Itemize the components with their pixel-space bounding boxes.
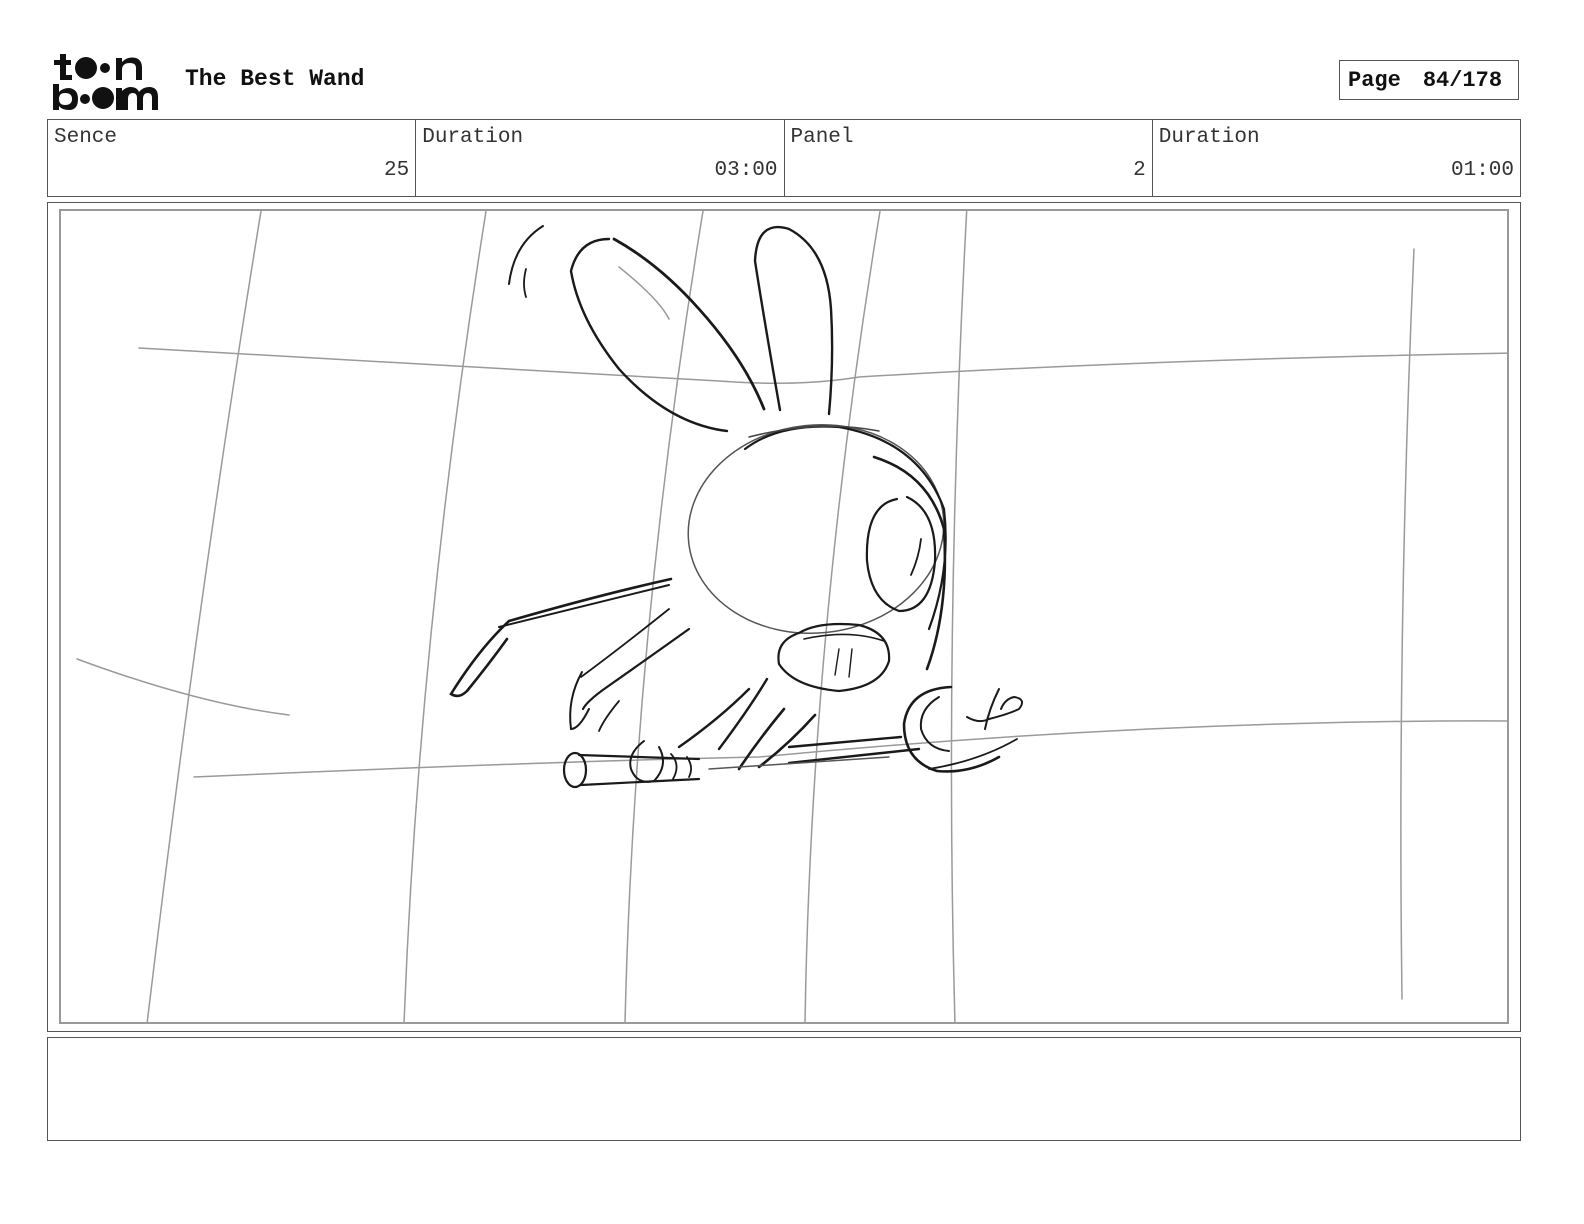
character-head <box>687 423 947 693</box>
scene-value: 25 <box>384 159 410 182</box>
panel-label: Panel <box>790 126 854 149</box>
panel-notes-box <box>47 1037 1521 1141</box>
toon-boom-logo <box>53 54 158 110</box>
scene-cell: Sence 25 <box>48 120 417 196</box>
page-label: Page <box>1348 67 1401 93</box>
scene-label: Sence <box>54 126 118 149</box>
panel-value: 2 <box>1133 159 1146 182</box>
character-ears <box>508 225 834 433</box>
project-title: The Best Wand <box>185 66 365 92</box>
scene-duration-value: 03:00 <box>714 159 778 182</box>
panel-cell: Panel 2 <box>785 120 1153 196</box>
panel-duration-value: 01:00 <box>1450 159 1514 182</box>
page-number: 84/178 <box>1422 67 1503 93</box>
panel-info-strip: Sence 25 Duration 03:00 Panel 2 Duration… <box>47 119 1521 197</box>
scene-duration-cell: Duration 03:00 <box>416 120 785 196</box>
storyboard-sketch <box>76 209 1509 1024</box>
character-limbs <box>449 577 817 771</box>
page-indicator: Page 84/178 <box>1339 60 1519 100</box>
scene-duration-label: Duration <box>422 126 524 149</box>
panel-duration-cell: Duration 01:00 <box>1153 120 1520 196</box>
panel-duration-label: Duration <box>1158 126 1260 149</box>
perspective-grid <box>76 209 1509 1024</box>
